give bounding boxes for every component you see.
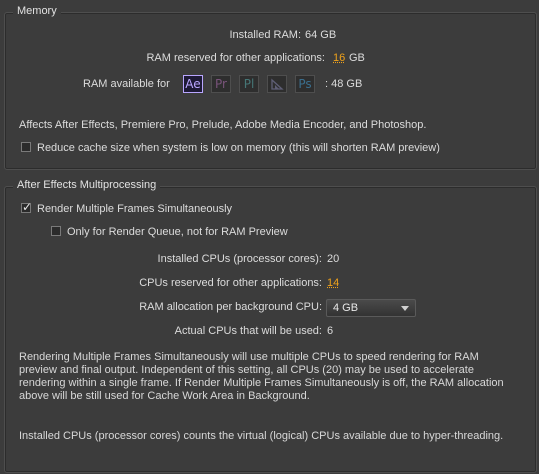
- photoshop-icon[interactable]: Ps: [295, 75, 315, 93]
- memory-group: Memory Installed RAM: 64 GB RAM reserved…: [4, 5, 537, 170]
- ram-per-cpu-dropdown[interactable]: 4 GB: [326, 299, 416, 317]
- actual-cpus-value: 6: [327, 325, 334, 337]
- ram-reserved-label: RAM reserved for other applications:: [146, 52, 325, 64]
- hyper-threading-note: Installed CPUs (processor cores) counts …: [19, 430, 504, 442]
- media-encoder-icon[interactable]: [267, 75, 287, 93]
- multiprocessing-group-title: After Effects Multiprocessing: [13, 179, 161, 191]
- ram-available-value: : 48 GB: [325, 78, 363, 90]
- installed-ram-value: 64 GB: [305, 29, 337, 41]
- premiere-pro-icon[interactable]: Pr: [211, 75, 231, 93]
- render-queue-only-checkbox-box[interactable]: [51, 226, 61, 236]
- reserved-cpus-value[interactable]: 14: [327, 277, 339, 289]
- multiprocessing-group: After Effects Multiprocessing Render Mul…: [4, 179, 537, 473]
- actual-cpus-label: Actual CPUs that will be used:: [174, 325, 322, 337]
- multiprocessing-description: Rendering Multiple Frames Simultaneously…: [19, 351, 504, 402]
- render-queue-only-label: Only for Render Queue, not for RAM Previ…: [67, 226, 288, 238]
- after-effects-icon[interactable]: Ae: [183, 75, 203, 93]
- installed-cpus-label: Installed CPUs (processor cores):: [157, 253, 322, 265]
- reduce-cache-checkbox-box[interactable]: [21, 142, 31, 152]
- reserved-cpus-label: CPUs reserved for other applications:: [139, 277, 322, 289]
- render-multiple-frames-checkbox-box[interactable]: [21, 200, 32, 214]
- reduce-cache-checkbox[interactable]: Reduce cache size when system is low on …: [21, 142, 440, 154]
- prelude-icon[interactable]: Pl: [239, 75, 259, 93]
- render-queue-only-checkbox[interactable]: Only for Render Queue, not for RAM Previ…: [51, 226, 288, 238]
- installed-cpus-value: 20: [327, 253, 340, 265]
- memory-group-title: Memory: [13, 5, 61, 17]
- chevron-down-icon: [401, 306, 409, 311]
- ram-reserved-unit: GB: [349, 52, 365, 64]
- ram-per-cpu-label: RAM allocation per background CPU:: [139, 301, 322, 313]
- reduce-cache-label: Reduce cache size when system is low on …: [37, 142, 440, 154]
- render-multiple-frames-checkbox[interactable]: Render Multiple Frames Simultaneously: [21, 200, 233, 215]
- ram-per-cpu-value: 4 GB: [333, 302, 359, 314]
- installed-ram-label: Installed RAM:: [229, 29, 301, 41]
- render-multiple-frames-label: Render Multiple Frames Simultaneously: [37, 203, 233, 215]
- ram-available-label: RAM available for: [83, 78, 170, 90]
- ram-reserved-value[interactable]: 16: [333, 52, 345, 64]
- app-icon-group: Ae Pr Pl Ps: [183, 75, 315, 95]
- affects-text: Affects After Effects, Premiere Pro, Pre…: [19, 119, 427, 131]
